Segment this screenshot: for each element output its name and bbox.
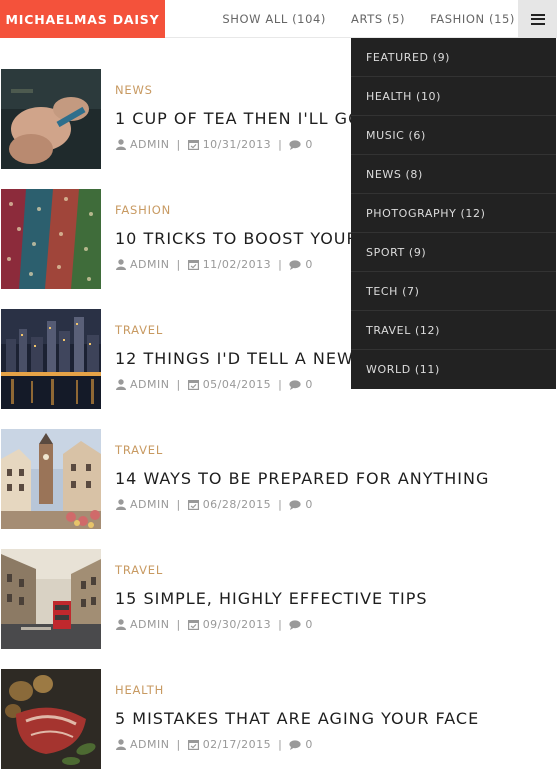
post-date: 06/28/2015 — [202, 498, 272, 511]
post-category[interactable]: FASHION — [115, 203, 171, 217]
meta-separator: | — [176, 378, 181, 391]
menu-toggle-button[interactable] — [518, 0, 557, 38]
post-thumbnail-hands-crafting[interactable] — [1, 69, 101, 169]
user-icon — [116, 499, 126, 510]
category-dropdown: FEATURED (9) HEALTH (10) MUSIC (6) NEWS … — [351, 38, 556, 389]
meta-separator: | — [176, 618, 181, 631]
meta-separator: | — [278, 378, 283, 391]
post-date: 11/02/2013 — [202, 258, 272, 271]
comment-icon — [289, 499, 301, 510]
meta-separator: | — [278, 138, 283, 151]
post-item: TRAVEL 15 SIMPLE, HIGHLY EFFECTIVE TIPS … — [0, 549, 557, 649]
post-author[interactable]: ADMIN — [130, 378, 169, 391]
post-author[interactable]: ADMIN — [130, 138, 169, 151]
post-author[interactable]: ADMIN — [130, 618, 169, 631]
dropdown-item-sport[interactable]: SPORT (9) — [351, 233, 556, 272]
post-item: HEALTH 5 MISTAKES THAT ARE AGING YOUR FA… — [0, 669, 557, 769]
post-comment-count[interactable]: 0 — [305, 618, 313, 631]
post-meta: ADMIN | 06/28/2015 | 0 — [116, 498, 313, 511]
post-meta: ADMIN | 11/02/2013 | 0 — [116, 258, 313, 271]
comment-icon — [289, 619, 301, 630]
post-title[interactable]: 14 WAYS TO BE PREPARED FOR ANYTHING — [115, 469, 489, 488]
post-item: TRAVEL 14 WAYS TO BE PREPARED FOR ANYTHI… — [0, 429, 557, 529]
calendar-icon — [187, 379, 199, 390]
comment-icon — [289, 259, 301, 270]
post-category[interactable]: TRAVEL — [115, 323, 163, 337]
post-thumbnail-steak-dish[interactable] — [1, 669, 101, 769]
user-icon — [116, 739, 126, 750]
meta-separator: | — [278, 618, 283, 631]
filter-show-all[interactable]: SHOW ALL (104) — [222, 12, 326, 26]
dropdown-item-featured[interactable]: FEATURED (9) — [351, 38, 556, 77]
post-title[interactable]: 12 THINGS I'D TELL A NEW T — [115, 349, 371, 368]
post-date: 05/04/2015 — [202, 378, 272, 391]
meta-separator: | — [176, 498, 181, 511]
post-title[interactable]: 5 MISTAKES THAT ARE AGING YOUR FACE — [115, 709, 479, 728]
post-author[interactable]: ADMIN — [130, 258, 169, 271]
meta-separator: | — [176, 138, 181, 151]
post-author[interactable]: ADMIN — [130, 738, 169, 751]
comment-icon — [289, 379, 301, 390]
meta-separator: | — [278, 258, 283, 271]
post-comment-count[interactable]: 0 — [305, 378, 313, 391]
post-comment-count[interactable]: 0 — [305, 258, 313, 271]
post-category[interactable]: TRAVEL — [115, 443, 163, 457]
post-meta: ADMIN | 02/17/2015 | 0 — [116, 738, 313, 751]
post-thumbnail-old-town[interactable] — [1, 429, 101, 529]
post-title[interactable]: 10 TRICKS TO BOOST YOUR F — [115, 229, 375, 248]
calendar-icon — [187, 619, 199, 630]
post-comment-count[interactable]: 0 — [305, 498, 313, 511]
post-category[interactable]: TRAVEL — [115, 563, 163, 577]
dropdown-item-health[interactable]: HEALTH (10) — [351, 77, 556, 116]
hamburger-icon — [530, 13, 545, 25]
calendar-icon — [187, 259, 199, 270]
post-date: 09/30/2013 — [202, 618, 272, 631]
site-logo[interactable]: MICHAELMAS DAISY — [0, 0, 165, 38]
user-icon — [116, 139, 126, 150]
post-author[interactable]: ADMIN — [130, 498, 169, 511]
comment-icon — [289, 139, 301, 150]
dropdown-item-world[interactable]: WORLD (11) — [351, 350, 556, 389]
post-comment-count[interactable]: 0 — [305, 738, 313, 751]
comment-icon — [289, 739, 301, 750]
dropdown-item-photography[interactable]: PHOTOGRAPHY (12) — [351, 194, 556, 233]
meta-separator: | — [278, 738, 283, 751]
post-thumbnail-london-street[interactable] — [1, 549, 101, 649]
dropdown-item-news[interactable]: NEWS (8) — [351, 155, 556, 194]
user-icon — [116, 619, 126, 630]
post-category[interactable]: NEWS — [115, 83, 153, 97]
calendar-icon — [187, 499, 199, 510]
calendar-icon — [187, 139, 199, 150]
post-category[interactable]: HEALTH — [115, 683, 164, 697]
filter-arts[interactable]: ARTS (5) — [351, 12, 405, 26]
post-title[interactable]: 1 CUP OF TEA THEN I'LL GO — [115, 109, 362, 128]
calendar-icon — [187, 739, 199, 750]
dropdown-item-travel[interactable]: TRAVEL (12) — [351, 311, 556, 350]
dropdown-item-tech[interactable]: TECH (7) — [351, 272, 556, 311]
post-thumbnail-city-night[interactable] — [1, 309, 101, 409]
post-comment-count[interactable]: 0 — [305, 138, 313, 151]
post-meta: ADMIN | 09/30/2013 | 0 — [116, 618, 313, 631]
meta-separator: | — [278, 498, 283, 511]
user-icon — [116, 379, 126, 390]
dropdown-item-music[interactable]: MUSIC (6) — [351, 116, 556, 155]
post-date: 02/17/2015 — [202, 738, 272, 751]
filter-fashion[interactable]: FASHION (15) — [430, 12, 515, 26]
post-meta: ADMIN | 05/04/2015 | 0 — [116, 378, 313, 391]
user-icon — [116, 259, 126, 270]
filter-nav: SHOW ALL (104) ARTS (5) FASHION (15) — [197, 0, 515, 38]
post-thumbnail-silk-ties[interactable] — [1, 189, 101, 289]
post-meta: ADMIN | 10/31/2013 | 0 — [116, 138, 313, 151]
post-date: 10/31/2013 — [202, 138, 272, 151]
meta-separator: | — [176, 258, 181, 271]
top-bar: MICHAELMAS DAISY SHOW ALL (104) ARTS (5)… — [0, 0, 557, 38]
post-title[interactable]: 15 SIMPLE, HIGHLY EFFECTIVE TIPS — [115, 589, 428, 608]
meta-separator: | — [176, 738, 181, 751]
